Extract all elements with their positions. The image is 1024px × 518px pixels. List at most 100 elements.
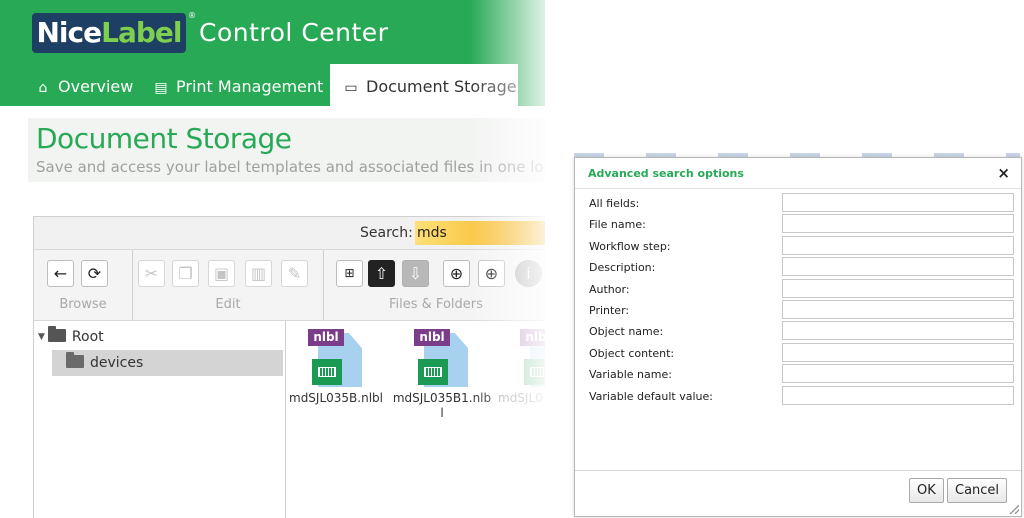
registered-mark: ® xyxy=(188,11,196,20)
field-label: Author: xyxy=(589,282,630,296)
back-icon: ← xyxy=(53,264,68,283)
info-button[interactable]: i xyxy=(515,260,542,287)
field-label: Workflow step: xyxy=(589,239,671,253)
search-bar: Search: xyxy=(34,217,545,250)
field-all-fields: All fields: xyxy=(575,193,1021,214)
new-file-button[interactable]: ⊕ xyxy=(478,260,505,287)
delete-icon: ▥ xyxy=(250,264,267,283)
field-file-name: File name: xyxy=(575,214,1021,235)
object-name-input[interactable] xyxy=(782,321,1014,341)
folder-icon xyxy=(66,352,84,368)
cancel-button[interactable]: Cancel xyxy=(947,478,1008,503)
home-icon: ⌂ xyxy=(38,80,48,96)
field-variable-default-value: Variable default value: xyxy=(575,385,1021,407)
folder-icon xyxy=(47,326,66,342)
toolbar-caption-files-folders: Files & Folders xyxy=(389,297,483,312)
network-icon: ⊞ xyxy=(344,266,355,280)
field-label: File name: xyxy=(589,218,646,232)
field-variable-name: Variable name: xyxy=(575,364,1021,385)
folder-tree: ▼ Root devices xyxy=(34,321,286,518)
advanced-search-dialog: Advanced search options × All fields: Fi… xyxy=(574,157,1022,517)
object-content-input[interactable] xyxy=(782,342,1014,362)
upload-icon: ⇧ xyxy=(374,264,389,283)
field-label: Object content: xyxy=(589,346,675,360)
paste-button[interactable]: ▣ xyxy=(208,260,235,287)
field-label: Object name: xyxy=(589,325,664,339)
toolbar-caption-browse: Browse xyxy=(59,297,107,312)
field-description: Description: xyxy=(575,257,1021,278)
dialog-footer: OK Cancel xyxy=(575,470,1021,517)
nlbl-file-icon: nlbl xyxy=(414,329,470,389)
field-label: Description: xyxy=(589,261,656,275)
field-workflow-step: Workflow step: xyxy=(575,235,1021,257)
field-author: Author: xyxy=(575,278,1021,300)
nicelabel-control-center: NiceLabel ® Control Center ⌂ Overview ▤ Pr… xyxy=(0,0,545,518)
back-button[interactable]: ← xyxy=(47,260,74,287)
toolbar-group-edit: ✂ ❐ ▣ ▥ ✎ Edit xyxy=(133,250,324,320)
new-file-icon: ⊕ xyxy=(484,264,499,283)
upload-button[interactable]: ⇧ xyxy=(368,260,395,287)
nicelabel-logo[interactable]: NiceLabel xyxy=(32,13,186,53)
variable-default-value-input[interactable] xyxy=(782,385,1014,405)
edit-button[interactable]: ✎ xyxy=(281,260,308,287)
cut-button[interactable]: ✂ xyxy=(138,260,165,287)
refresh-button[interactable]: ⟳ xyxy=(81,260,108,287)
page-subtitle: Save and access your label templates and… xyxy=(36,158,544,176)
field-printer: Printer: xyxy=(575,300,1021,321)
nlbl-file-icon: nlbl xyxy=(520,329,545,389)
file-browser: Search: ← ⟳ Browse ✂ ❐ ▣ ▥ ✎ Edit ⊞ ⇧ ⇩ … xyxy=(33,216,545,518)
page-header: Document Storage Save and access your la… xyxy=(28,118,545,182)
file-name: mdSJL0 xyxy=(498,391,543,405)
network-button[interactable]: ⊞ xyxy=(336,260,363,287)
field-object-name: Object name: xyxy=(575,321,1021,342)
field-label: Variable name: xyxy=(589,368,672,382)
tab-print-management[interactable]: ▤ Print Management xyxy=(152,64,323,106)
page-title: Document Storage xyxy=(36,122,292,155)
download-icon: ⇩ xyxy=(408,264,423,283)
author-input[interactable] xyxy=(782,278,1014,298)
workflow-step-input[interactable] xyxy=(782,235,1014,255)
file-name: mdSJL035B1.nlbl xyxy=(392,391,492,420)
tree-node-devices[interactable]: devices xyxy=(52,350,283,376)
file-name: mdSJL035B.nlbl xyxy=(289,391,383,405)
app-title: Control Center xyxy=(199,18,389,47)
top-bar: NiceLabel ® Control Center ⌂ Overview ▤ Pr… xyxy=(0,0,545,106)
nlbl-file-icon: nlbl xyxy=(308,329,364,389)
delete-button[interactable]: ▥ xyxy=(245,260,272,287)
tab-document-storage[interactable]: ▭ Document Storage xyxy=(330,64,518,106)
resize-grip-icon[interactable] xyxy=(1009,504,1019,514)
all-fields-input[interactable] xyxy=(782,193,1014,212)
search-input[interactable] xyxy=(415,221,545,245)
new-folder-button[interactable]: ⊕ xyxy=(443,260,470,287)
toolbar-group-browse: ← ⟳ Browse xyxy=(34,250,133,320)
toolbar-caption-edit: Edit xyxy=(215,297,241,312)
variable-name-input[interactable] xyxy=(782,364,1014,384)
tab-overview[interactable]: ⌂ Overview xyxy=(34,64,134,106)
info-icon: i xyxy=(526,264,531,283)
download-button[interactable]: ⇩ xyxy=(402,260,429,287)
refresh-icon: ⟳ xyxy=(87,264,102,283)
copy-button[interactable]: ❐ xyxy=(172,260,199,287)
toolbar: ← ⟳ Browse ✂ ❐ ▣ ▥ ✎ Edit ⊞ ⇧ ⇩ ⊕ ⊕ i Fi… xyxy=(34,250,545,321)
tree-node-root[interactable]: ▼ Root xyxy=(38,326,104,345)
field-object-content: Object content: xyxy=(575,342,1021,364)
field-label: Printer: xyxy=(589,304,630,317)
edit-icon: ✎ xyxy=(287,264,302,283)
collapse-arrow-icon[interactable]: ▼ xyxy=(38,332,45,342)
new-folder-icon: ⊕ xyxy=(449,264,464,283)
ok-button[interactable]: OK xyxy=(909,478,944,503)
dialog-title: Advanced search options xyxy=(588,167,744,180)
inbox-icon: ▭ xyxy=(344,80,358,96)
close-icon[interactable]: × xyxy=(997,164,1010,182)
printer-icon: ▤ xyxy=(154,80,168,96)
copy-icon: ❐ xyxy=(178,264,193,283)
file-name-input[interactable] xyxy=(782,214,1014,234)
paste-icon: ▣ xyxy=(213,264,230,283)
printer-input[interactable] xyxy=(782,300,1014,319)
description-input[interactable] xyxy=(782,257,1014,277)
search-label: Search: xyxy=(360,225,413,241)
dialog-header: Advanced search options × xyxy=(575,158,1021,189)
cut-icon: ✂ xyxy=(144,264,159,283)
toolbar-group-files-folders: ⊞ ⇧ ⇩ ⊕ ⊕ i Files & Folders xyxy=(324,250,545,320)
field-label: Variable default value: xyxy=(589,389,713,403)
